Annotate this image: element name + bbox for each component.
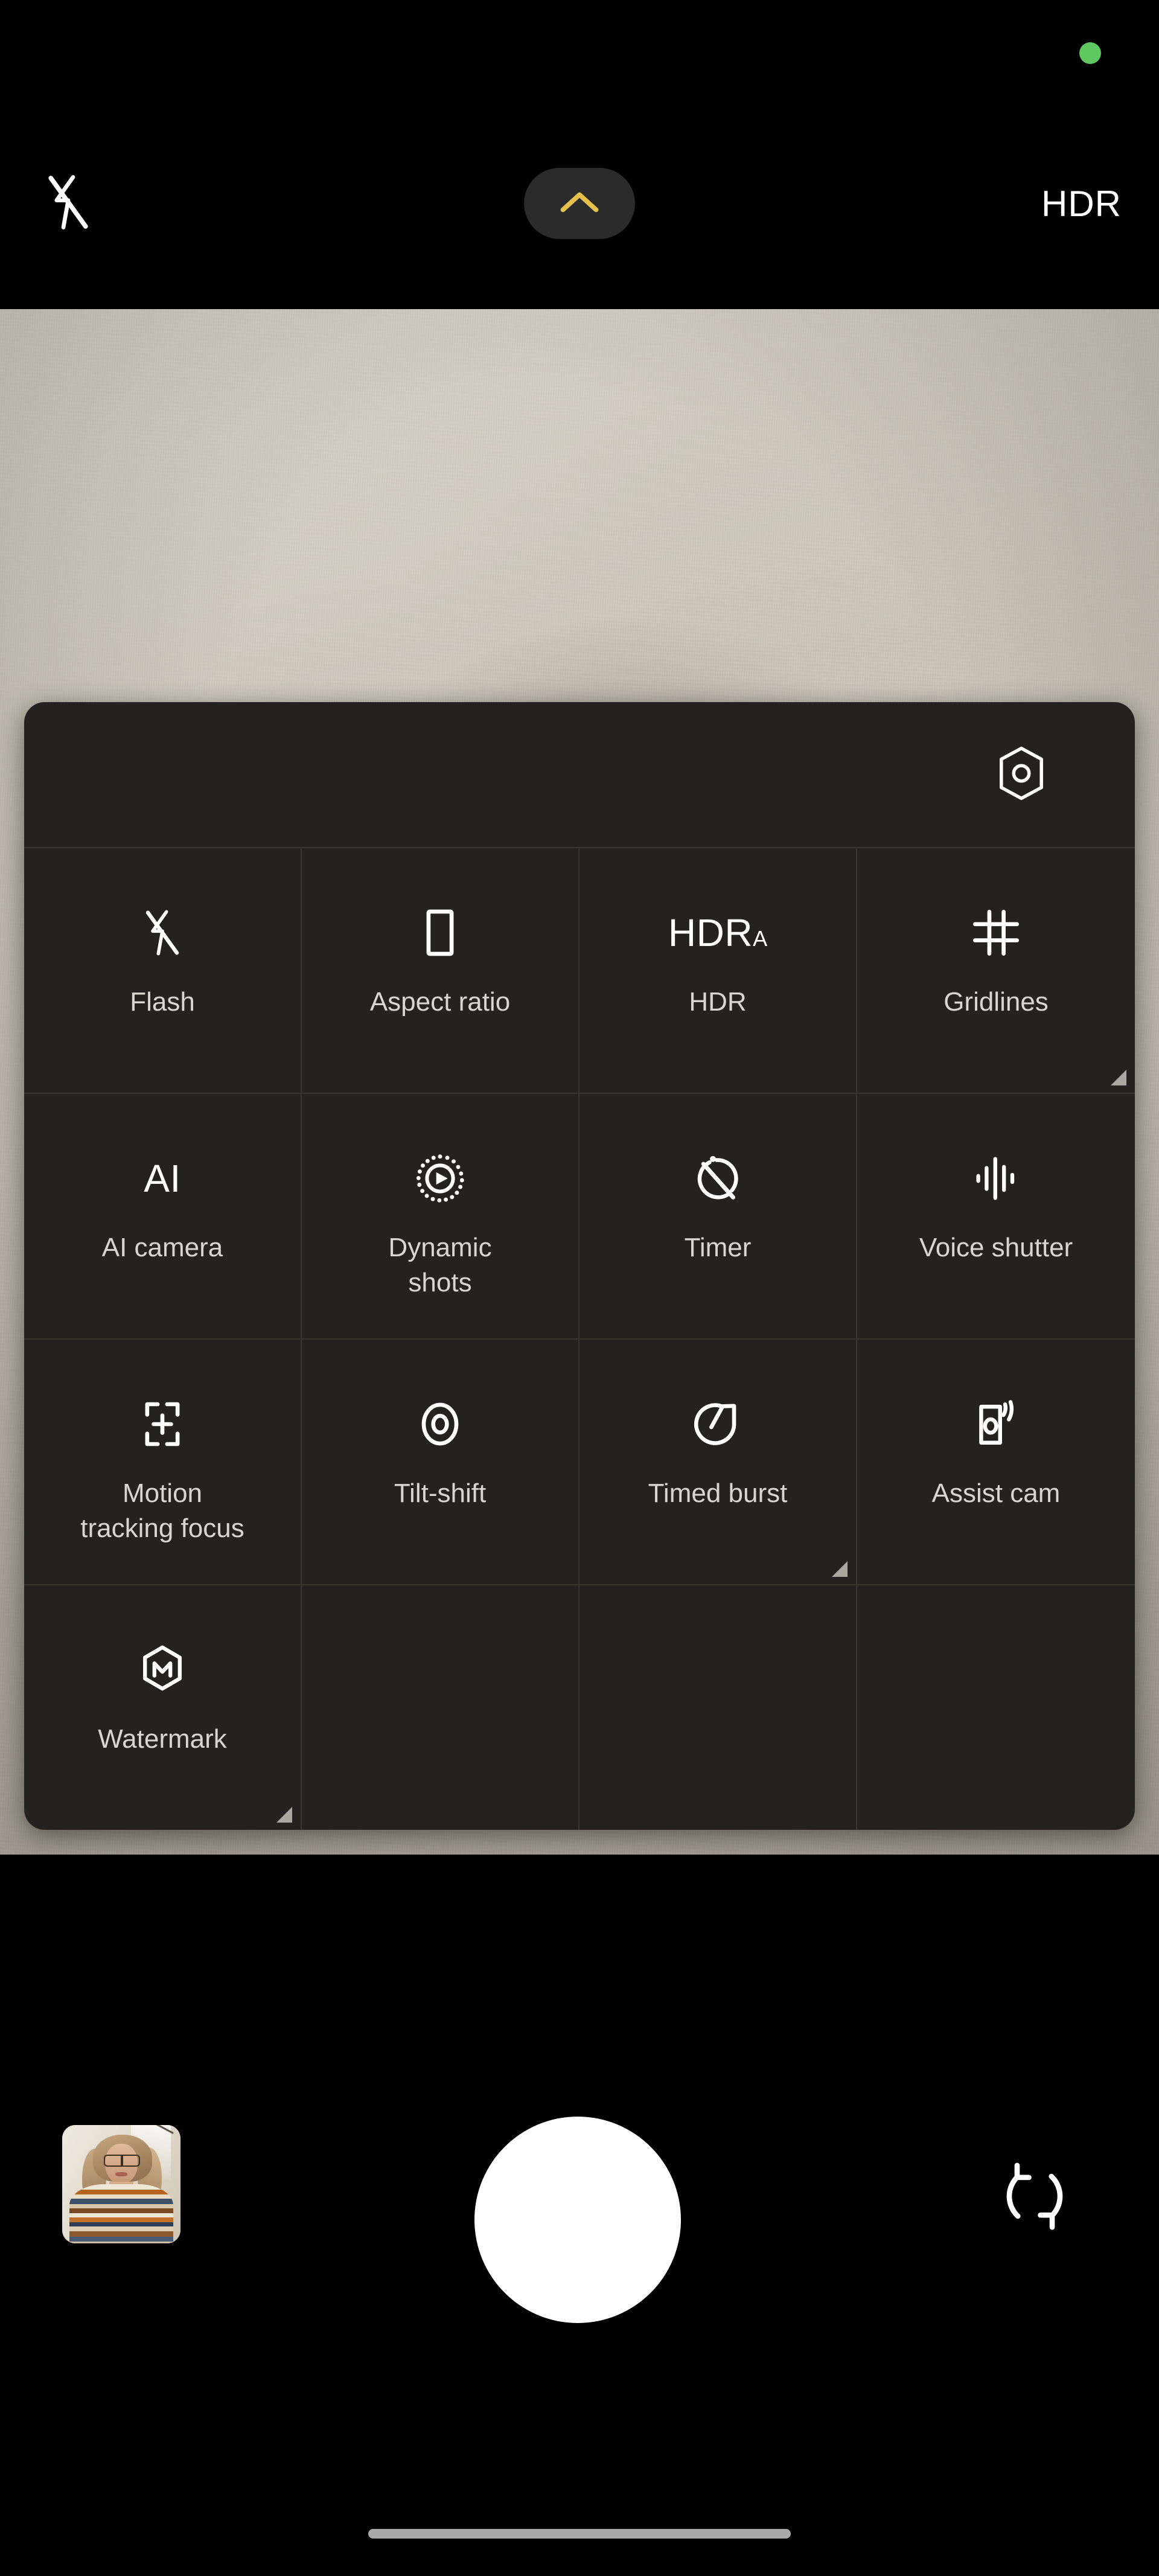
chevron-up-icon xyxy=(557,187,602,220)
setting-tilt-shift[interactable]: Tilt-shift xyxy=(302,1340,580,1585)
hdr-icon-text: HDR xyxy=(668,911,753,954)
shutter-button[interactable] xyxy=(474,2117,681,2323)
setting-watermark[interactable]: Watermark xyxy=(24,1585,302,1830)
settings-more-button[interactable] xyxy=(979,732,1064,817)
tilt-shift-icon xyxy=(416,1393,464,1456)
timed-burst-icon xyxy=(694,1393,742,1456)
hdr-auto-icon: HDRA xyxy=(668,901,767,964)
camera-app-screen: HDR Flash Aspect ratio HDRA HDR Gridline… xyxy=(0,0,1159,2576)
setting-voice-shutter[interactable]: Voice shutter xyxy=(857,1094,1135,1340)
setting-label: Voice shutter xyxy=(919,1233,1073,1262)
settings-grid: Flash Aspect ratio HDRA HDR Gridlines AI… xyxy=(24,847,1135,1830)
aspect-ratio-portrait-icon xyxy=(419,901,461,964)
setting-timer[interactable]: Timer xyxy=(580,1094,857,1340)
setting-label: Watermark xyxy=(98,1724,227,1754)
setting-empty-slot xyxy=(857,1585,1135,1830)
top-bar: HDR xyxy=(0,0,1159,309)
setting-gridlines[interactable]: Gridlines xyxy=(857,848,1135,1094)
expand-modes-button[interactable] xyxy=(524,168,635,239)
expandable-corner-marker xyxy=(276,1807,292,1823)
setting-timed-burst[interactable]: Timed burst xyxy=(580,1340,857,1585)
expandable-corner-marker xyxy=(832,1561,848,1577)
flash-off-icon xyxy=(143,901,182,964)
setting-motion-tracking-focus[interactable]: Motion tracking focus xyxy=(24,1340,302,1585)
gallery-thumbnail-image xyxy=(62,2125,180,2243)
setting-label: Timed burst xyxy=(648,1478,788,1508)
dynamic-shots-icon xyxy=(415,1147,465,1210)
hdr-icon-auto-suffix: A xyxy=(753,926,768,951)
bottom-control-bar xyxy=(0,1855,1159,2576)
home-indicator[interactable] xyxy=(368,2529,791,2539)
ai-camera-icon: AI xyxy=(144,1147,180,1210)
setting-empty-slot xyxy=(302,1585,580,1830)
voice-shutter-waveform-icon xyxy=(974,1147,1018,1210)
expandable-corner-marker xyxy=(1111,1070,1126,1085)
setting-label: Dynamic shots xyxy=(388,1233,492,1297)
setting-ai-camera[interactable]: AI AI camera xyxy=(24,1094,302,1340)
ai-icon-text: AI xyxy=(144,1157,181,1200)
setting-label: Aspect ratio xyxy=(369,987,511,1017)
gallery-thumbnail[interactable] xyxy=(62,2125,180,2243)
setting-dynamic-shots[interactable]: Dynamic shots xyxy=(302,1094,580,1340)
setting-label: Flash xyxy=(130,987,195,1017)
hexagon-aperture-settings-icon xyxy=(995,745,1047,805)
setting-label: Timer xyxy=(684,1233,752,1262)
setting-empty-slot xyxy=(580,1585,857,1830)
timer-off-icon xyxy=(693,1147,742,1210)
camera-in-use-dot xyxy=(1079,42,1101,64)
camera-flip-icon xyxy=(995,2157,1074,2239)
settings-panel-header xyxy=(24,702,1135,847)
hdr-status-button[interactable]: HDR xyxy=(1041,164,1122,243)
gridlines-icon xyxy=(971,901,1021,964)
hdr-status-label: HDR xyxy=(1041,183,1122,224)
setting-hdr[interactable]: HDRA HDR xyxy=(580,848,857,1094)
setting-label: Assist cam xyxy=(931,1478,1061,1508)
setting-label: Tilt-shift xyxy=(394,1478,487,1508)
watermark-hexagon-m-icon xyxy=(138,1638,187,1701)
flash-toggle-button[interactable] xyxy=(29,164,107,243)
flash-off-icon xyxy=(45,173,92,234)
setting-aspect-ratio[interactable]: Aspect ratio xyxy=(302,848,580,1094)
setting-label: Gridlines xyxy=(943,987,1049,1017)
setting-label: HDR xyxy=(689,987,747,1017)
assist-cam-icon xyxy=(971,1393,1021,1456)
setting-label: Motion tracking focus xyxy=(80,1478,244,1543)
motion-tracking-focus-icon xyxy=(139,1393,185,1456)
setting-assist-cam[interactable]: Assist cam xyxy=(857,1340,1135,1585)
setting-flash[interactable]: Flash xyxy=(24,848,302,1094)
camera-settings-panel: Flash Aspect ratio HDRA HDR Gridlines AI… xyxy=(24,702,1135,1830)
camera-flip-button[interactable] xyxy=(983,2146,1087,2249)
setting-label: AI camera xyxy=(101,1233,223,1262)
